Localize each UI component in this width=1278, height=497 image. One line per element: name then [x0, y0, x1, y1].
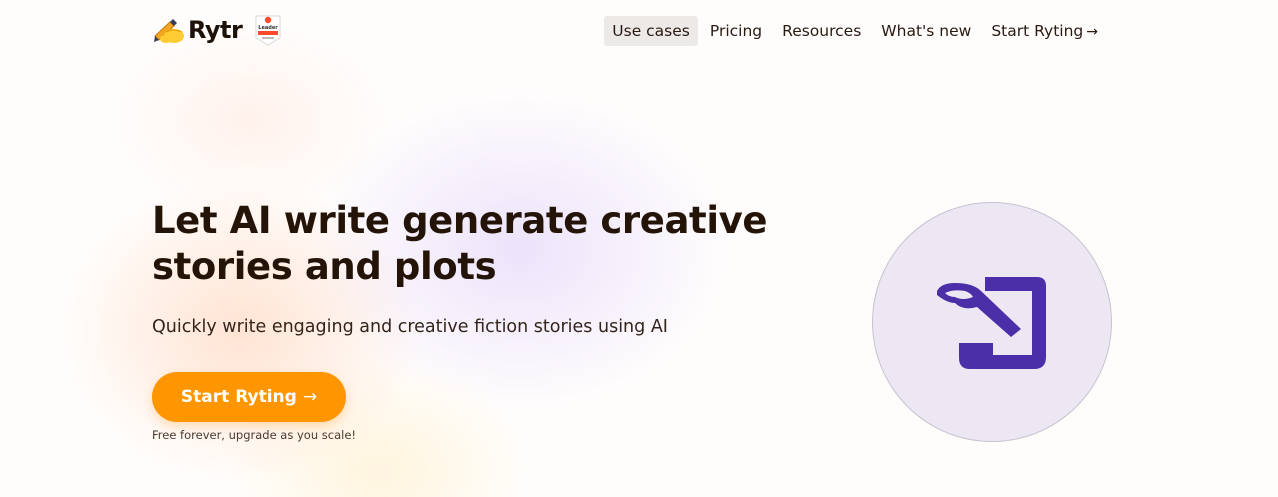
nav-item-label: What's new: [881, 22, 972, 40]
brand-name: Rytr: [188, 16, 243, 44]
hero-subtitle: Quickly write engaging and creative fict…: [152, 317, 668, 337]
nav-item-label: Resources: [782, 22, 862, 40]
nav-links: Use cases Pricing Resources What's new S…: [600, 16, 1106, 46]
arrow-right-icon: →: [302, 387, 318, 407]
nav-item-whats-new[interactable]: What's new: [873, 16, 979, 46]
nav-item-resources[interactable]: Resources: [774, 16, 869, 46]
brand-logo[interactable]: Rytr: [152, 14, 243, 46]
hero-title: Let AI write generate creative stories a…: [152, 199, 768, 288]
cta-label: Start Ryting: [180, 387, 297, 407]
badge-label: Leader: [258, 25, 278, 31]
nav-cta-label: Start Ryting: [991, 22, 1084, 40]
nav-item-use-cases[interactable]: Use cases: [604, 16, 698, 46]
writing-hand-icon: [152, 14, 186, 46]
nav-item-pricing[interactable]: Pricing: [702, 16, 770, 46]
quill-scroll-icon: [937, 277, 1046, 369]
g2-leader-badge-icon: Leader: [254, 14, 282, 46]
cta-note: Free forever, upgrade as you scale!: [152, 428, 357, 442]
start-ryting-button[interactable]: Start Ryting →: [152, 372, 346, 422]
hero-illustration: [872, 202, 1112, 442]
nav-item-label: Use cases: [612, 22, 690, 40]
top-navigation: Rytr Leader Use cases Pricing Resources …: [0, 0, 1278, 62]
nav-item-label: Pricing: [709, 22, 763, 40]
arrow-right-icon: →: [1086, 24, 1098, 40]
nav-start-ryting-link[interactable]: Start Ryting →: [983, 16, 1106, 46]
